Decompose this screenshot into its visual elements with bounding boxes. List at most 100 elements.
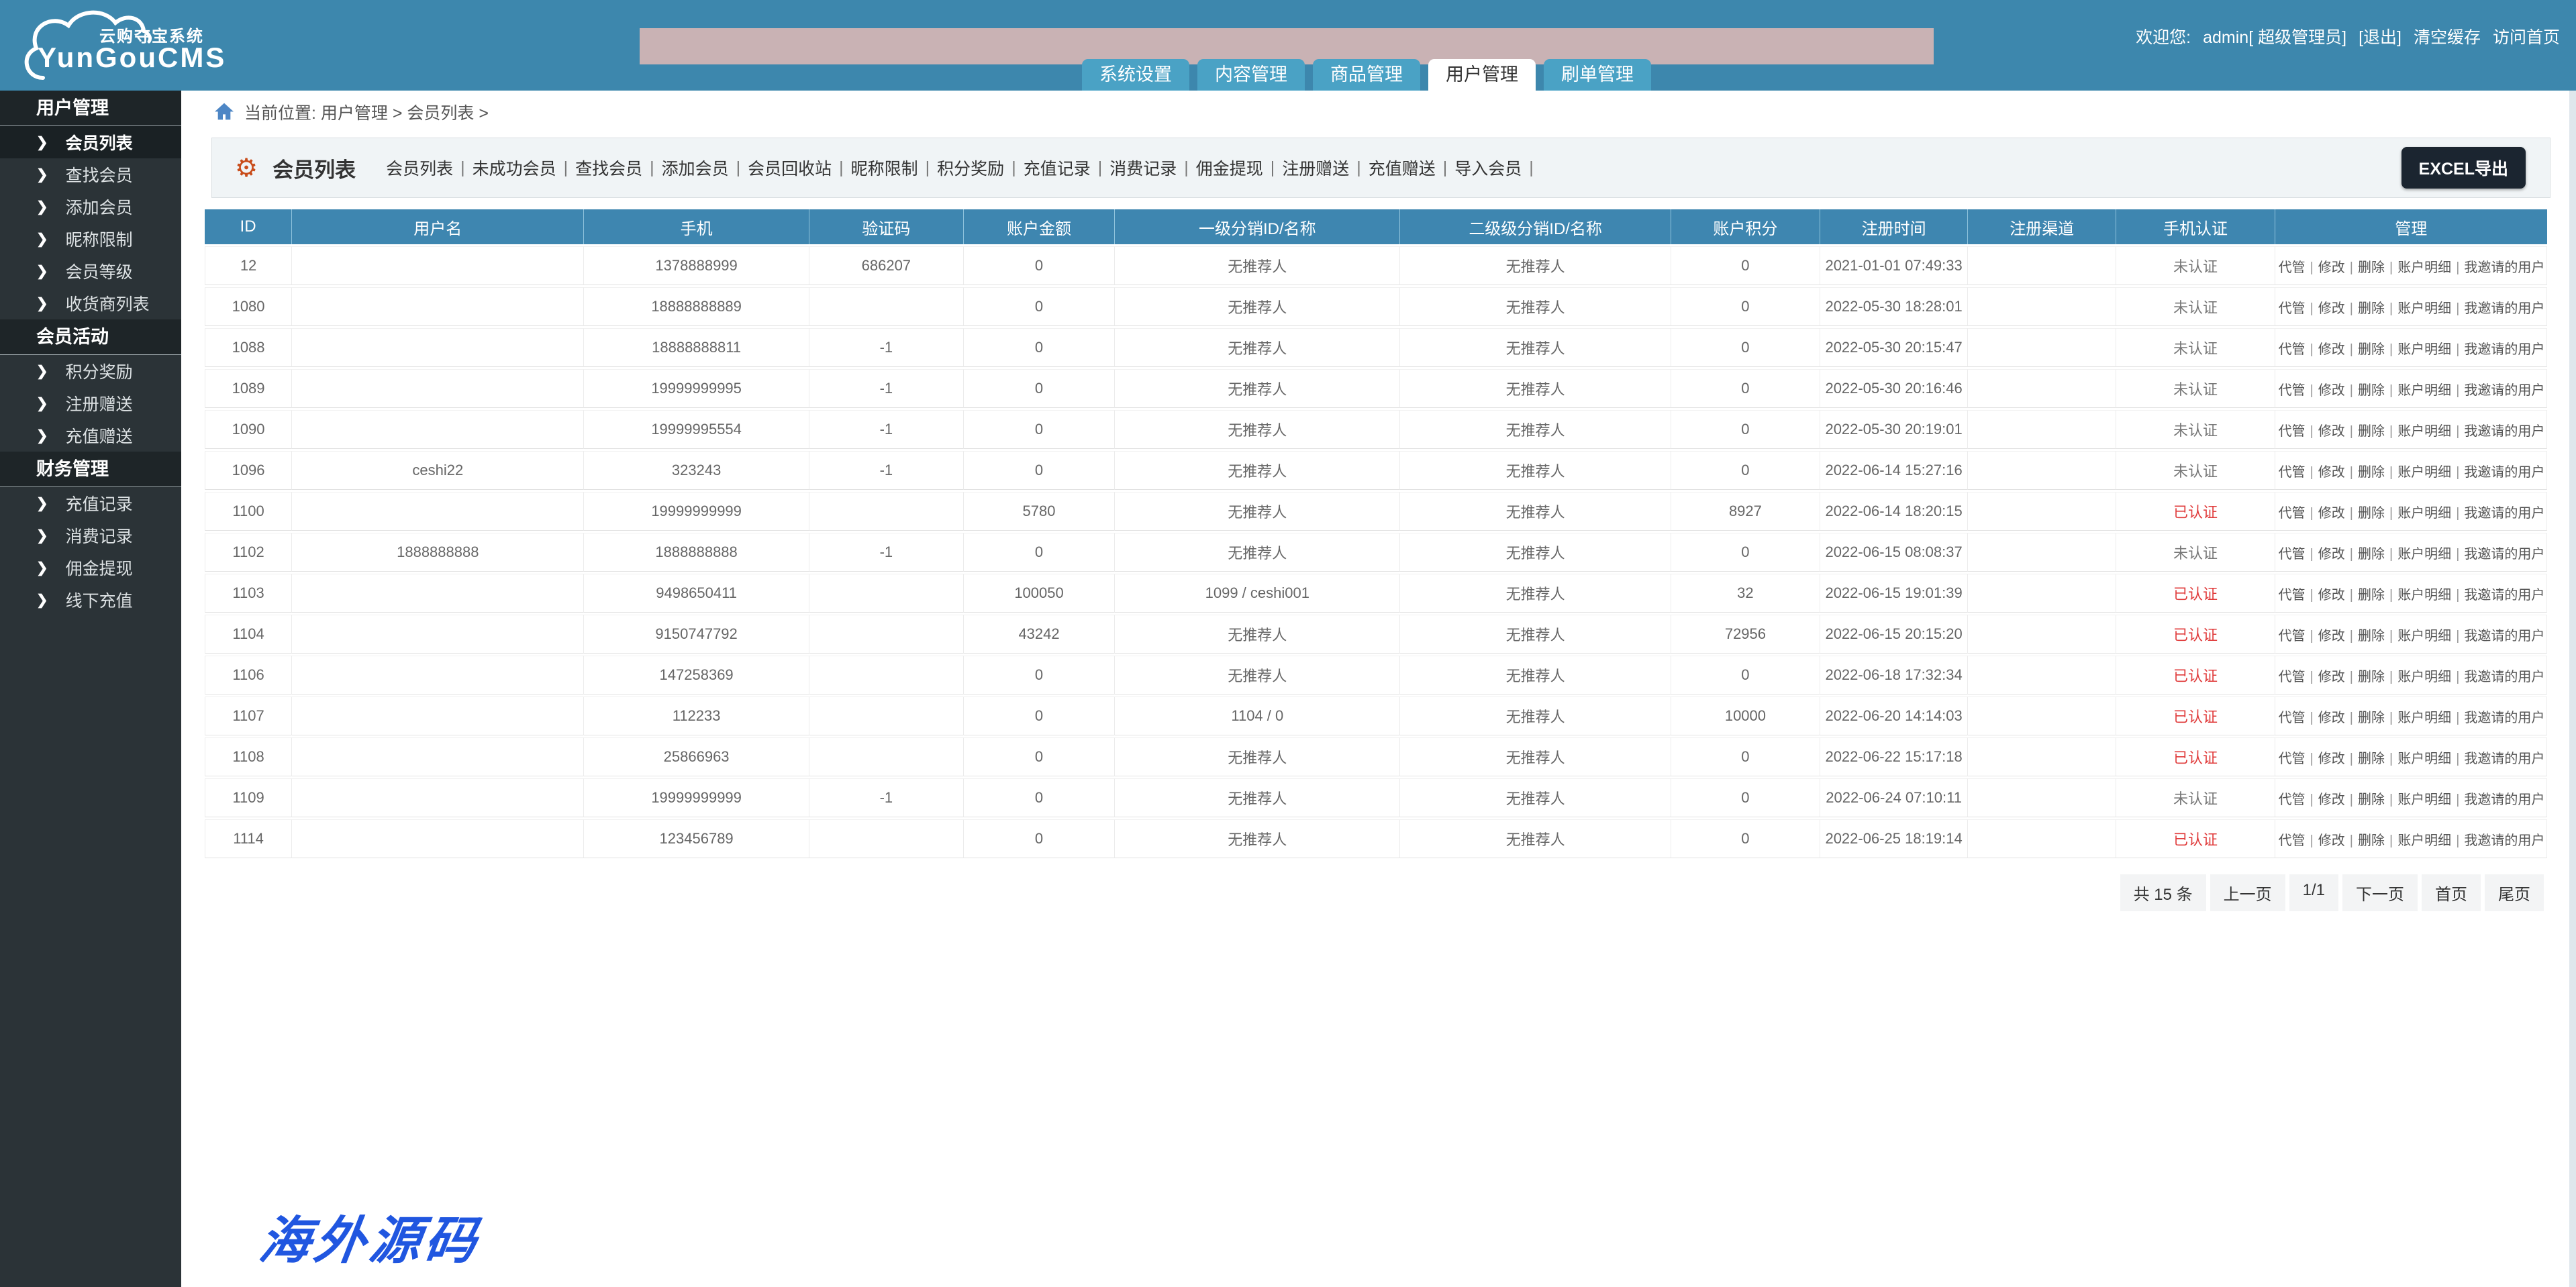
mgmt-link-1[interactable]: 修改	[2318, 833, 2345, 848]
mgmt-link-0[interactable]: 代管	[2279, 383, 2306, 398]
mgmt-link-3[interactable]: 账户明细	[2397, 588, 2451, 603]
mgmt-link-0[interactable]: 代管	[2279, 465, 2306, 480]
mgmt-link-0[interactable]: 代管	[2279, 629, 2306, 644]
mgmt-link-4[interactable]: 我邀请的用户	[2464, 342, 2544, 357]
mgmt-link-4[interactable]: 我邀请的用户	[2464, 833, 2544, 848]
mgmt-link-4[interactable]: 我邀请的用户	[2464, 711, 2544, 725]
mgmt-link-1[interactable]: 修改	[2318, 260, 2345, 275]
mgmt-link-2[interactable]: 删除	[2358, 547, 2385, 562]
pagination-item[interactable]: 尾页	[2485, 874, 2544, 911]
mgmt-link-3[interactable]: 账户明细	[2397, 670, 2451, 684]
mgmt-link-4[interactable]: 我邀请的用户	[2464, 629, 2544, 644]
mgmt-link-4[interactable]: 我邀请的用户	[2464, 465, 2544, 480]
sidebar-item[interactable]: ❯佣金提现	[0, 552, 181, 584]
mgmt-link-2[interactable]: 删除	[2358, 833, 2385, 848]
page-scrollbar[interactable]	[2569, 91, 2576, 1287]
sidebar-item[interactable]: ❯会员等级	[0, 255, 181, 287]
mgmt-link-0[interactable]: 代管	[2279, 670, 2306, 684]
mgmt-link-1[interactable]: 修改	[2318, 629, 2345, 644]
mgmt-link-3[interactable]: 账户明细	[2397, 465, 2451, 480]
toolbar-link[interactable]: 昵称限制	[851, 156, 918, 180]
mgmt-link-2[interactable]: 删除	[2358, 260, 2385, 275]
mgmt-link-4[interactable]: 我邀请的用户	[2464, 792, 2544, 807]
mgmt-link-2[interactable]: 删除	[2358, 301, 2385, 316]
mgmt-link-3[interactable]: 账户明细	[2397, 833, 2451, 848]
mgmt-link-4[interactable]: 我邀请的用户	[2464, 260, 2544, 275]
logout-link[interactable]: [退出]	[2359, 24, 2401, 48]
mgmt-link-3[interactable]: 账户明细	[2397, 424, 2451, 439]
nav-tab[interactable]: 内容管理	[1197, 59, 1305, 91]
mgmt-link-4[interactable]: 我邀请的用户	[2464, 588, 2544, 603]
mgmt-link-0[interactable]: 代管	[2279, 752, 2306, 766]
pagination-item[interactable]: 下一页	[2342, 874, 2418, 911]
toolbar-link[interactable]: 充值赠送	[1369, 156, 1436, 180]
sidebar-item[interactable]: ❯添加会员	[0, 191, 181, 223]
mgmt-link-2[interactable]: 删除	[2358, 383, 2385, 398]
mgmt-link-1[interactable]: 修改	[2318, 711, 2345, 725]
nav-tab[interactable]: 用户管理	[1428, 59, 1536, 91]
mgmt-link-2[interactable]: 删除	[2358, 465, 2385, 480]
mgmt-link-1[interactable]: 修改	[2318, 383, 2345, 398]
mgmt-link-0[interactable]: 代管	[2279, 792, 2306, 807]
mgmt-link-1[interactable]: 修改	[2318, 506, 2345, 521]
sidebar-item[interactable]: ❯昵称限制	[0, 223, 181, 255]
mgmt-link-4[interactable]: 我邀请的用户	[2464, 547, 2544, 562]
mgmt-link-0[interactable]: 代管	[2279, 547, 2306, 562]
mgmt-link-3[interactable]: 账户明细	[2397, 711, 2451, 725]
mgmt-link-0[interactable]: 代管	[2279, 833, 2306, 848]
mgmt-link-3[interactable]: 账户明细	[2397, 506, 2451, 521]
mgmt-link-2[interactable]: 删除	[2358, 752, 2385, 766]
mgmt-link-3[interactable]: 账户明细	[2397, 301, 2451, 316]
mgmt-link-1[interactable]: 修改	[2318, 792, 2345, 807]
mgmt-link-1[interactable]: 修改	[2318, 547, 2345, 562]
nav-tab[interactable]: 系统设置	[1082, 59, 1189, 91]
nav-tab[interactable]: 刷单管理	[1544, 59, 1651, 91]
mgmt-link-2[interactable]: 删除	[2358, 792, 2385, 807]
sidebar-item[interactable]: ❯会员列表	[0, 126, 181, 158]
mgmt-link-2[interactable]: 删除	[2358, 506, 2385, 521]
mgmt-link-3[interactable]: 账户明细	[2397, 383, 2451, 398]
mgmt-link-0[interactable]: 代管	[2279, 424, 2306, 439]
nav-tab[interactable]: 商品管理	[1313, 59, 1420, 91]
visit-home-link[interactable]: 访问首页	[2493, 24, 2560, 48]
excel-export-button[interactable]: EXCEL导出	[2401, 147, 2526, 189]
mgmt-link-2[interactable]: 删除	[2358, 711, 2385, 725]
toolbar-link[interactable]: 查找会员	[575, 156, 642, 180]
mgmt-link-2[interactable]: 删除	[2358, 342, 2385, 357]
mgmt-link-3[interactable]: 账户明细	[2397, 629, 2451, 644]
mgmt-link-0[interactable]: 代管	[2279, 711, 2306, 725]
mgmt-link-4[interactable]: 我邀请的用户	[2464, 752, 2544, 766]
sidebar-item[interactable]: ❯线下充值	[0, 584, 181, 616]
mgmt-link-3[interactable]: 账户明细	[2397, 547, 2451, 562]
mgmt-link-2[interactable]: 删除	[2358, 588, 2385, 603]
mgmt-link-1[interactable]: 修改	[2318, 752, 2345, 766]
toolbar-link[interactable]: 注册赠送	[1282, 156, 1349, 180]
clear-cache-link[interactable]: 清空缓存	[2414, 24, 2481, 48]
mgmt-link-0[interactable]: 代管	[2279, 506, 2306, 521]
sidebar-item[interactable]: ❯注册赠送	[0, 387, 181, 419]
mgmt-link-2[interactable]: 删除	[2358, 670, 2385, 684]
toolbar-link[interactable]: 添加会员	[662, 156, 729, 180]
toolbar-link[interactable]: 消费记录	[1109, 156, 1177, 180]
mgmt-link-0[interactable]: 代管	[2279, 342, 2306, 357]
pagination-item[interactable]: 首页	[2422, 874, 2481, 911]
sidebar-item[interactable]: ❯消费记录	[0, 519, 181, 552]
mgmt-link-3[interactable]: 账户明细	[2397, 342, 2451, 357]
toolbar-link[interactable]: 充值记录	[1024, 156, 1091, 180]
current-user-link[interactable]: admin[ 超级管理员]	[2203, 24, 2346, 48]
mgmt-link-1[interactable]: 修改	[2318, 588, 2345, 603]
toolbar-link[interactable]: 会员列表	[386, 156, 453, 180]
mgmt-link-4[interactable]: 我邀请的用户	[2464, 506, 2544, 521]
sidebar-item[interactable]: ❯收货商列表	[0, 287, 181, 319]
mgmt-link-2[interactable]: 删除	[2358, 629, 2385, 644]
toolbar-link[interactable]: 导入会员	[1454, 156, 1522, 180]
mgmt-link-3[interactable]: 账户明细	[2397, 260, 2451, 275]
mgmt-link-3[interactable]: 账户明细	[2397, 792, 2451, 807]
toolbar-link[interactable]: 会员回收站	[748, 156, 832, 180]
mgmt-link-1[interactable]: 修改	[2318, 670, 2345, 684]
mgmt-link-0[interactable]: 代管	[2279, 588, 2306, 603]
mgmt-link-4[interactable]: 我邀请的用户	[2464, 670, 2544, 684]
mgmt-link-4[interactable]: 我邀请的用户	[2464, 301, 2544, 316]
mgmt-link-4[interactable]: 我邀请的用户	[2464, 383, 2544, 398]
sidebar-item[interactable]: ❯充值记录	[0, 487, 181, 519]
